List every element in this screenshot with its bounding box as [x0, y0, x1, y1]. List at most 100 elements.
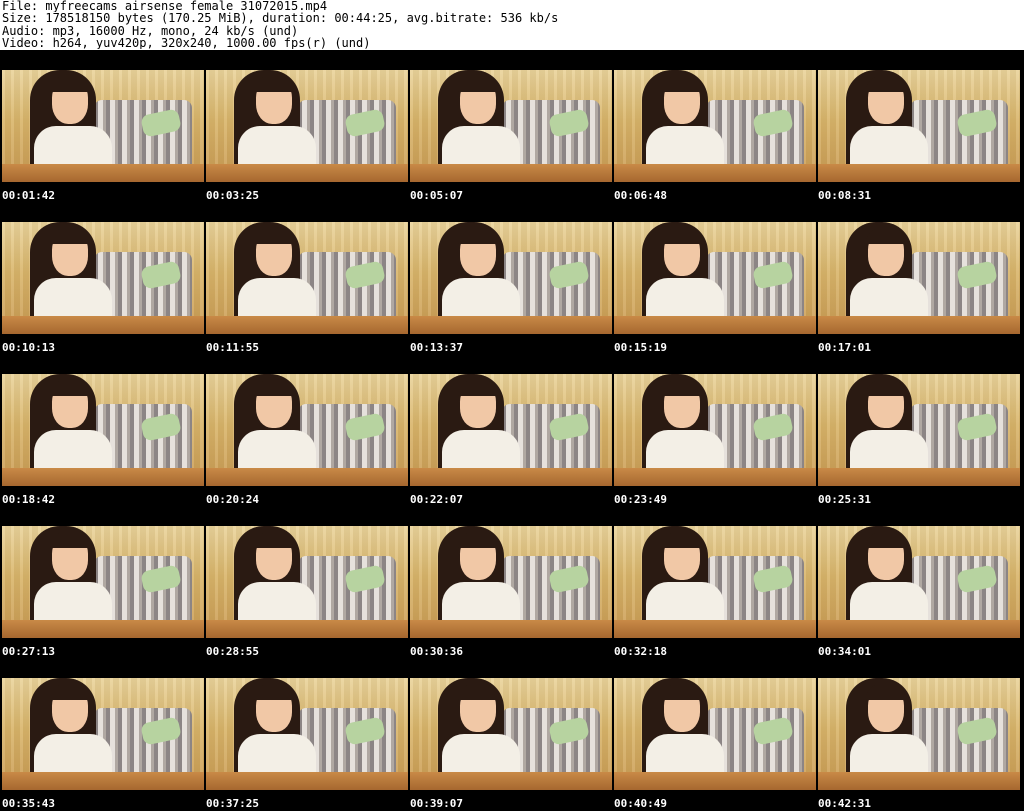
timestamp-label: 00:39:07	[410, 797, 463, 810]
video-frame-thumbnail	[2, 678, 204, 790]
timestamp-label: 00:37:25	[206, 797, 259, 810]
fringe-shape	[50, 76, 90, 92]
thumbnail-cell: 00:11:55	[204, 202, 408, 354]
fringe-shape	[458, 684, 498, 700]
fringe-shape	[662, 532, 702, 548]
video-frame-thumbnail	[410, 374, 612, 486]
timestamp-label: 00:25:31	[818, 493, 871, 506]
file-info-header: File: myfreecams_airsense_female_3107201…	[0, 0, 1024, 50]
video-frame-thumbnail	[410, 222, 612, 334]
thumbnail-cell: 00:15:19	[612, 202, 816, 354]
video-frame-thumbnail	[614, 222, 816, 334]
thumbnail-cell: 00:17:01	[816, 202, 1020, 354]
thumbnail-cell: 00:22:07	[408, 354, 612, 506]
fringe-shape	[458, 532, 498, 548]
desk-shape	[818, 620, 1020, 638]
thumbnail-cell: 00:05:07	[408, 50, 612, 202]
timestamp-label: 00:23:49	[614, 493, 667, 506]
timestamp-label: 00:27:13	[2, 645, 55, 658]
timestamp-label: 00:17:01	[818, 341, 871, 354]
timestamp-label: 00:20:24	[206, 493, 259, 506]
video-frame-thumbnail	[818, 374, 1020, 486]
fringe-shape	[50, 532, 90, 548]
video-frame-thumbnail	[206, 678, 408, 790]
thumbnail-cell: 00:40:49	[612, 658, 816, 810]
desk-shape	[206, 164, 408, 182]
desk-shape	[818, 468, 1020, 486]
fringe-shape	[866, 684, 906, 700]
desk-shape	[614, 468, 816, 486]
video-frame-thumbnail	[206, 70, 408, 182]
video-info-line: Video: h264, yuv420p, 320x240, 1000.00 f…	[2, 36, 371, 49]
fringe-shape	[866, 76, 906, 92]
desk-shape	[614, 620, 816, 638]
video-frame-thumbnail	[206, 526, 408, 638]
video-frame-thumbnail	[614, 526, 816, 638]
fringe-shape	[662, 76, 702, 92]
thumbnail-cell: 00:25:31	[816, 354, 1020, 506]
timestamp-label: 00:34:01	[818, 645, 871, 658]
desk-shape	[410, 620, 612, 638]
timestamp-label: 00:32:18	[614, 645, 667, 658]
thumbnail-cell: 00:32:18	[612, 506, 816, 658]
fringe-shape	[458, 76, 498, 92]
thumbnail-cell: 00:42:31	[816, 658, 1020, 810]
video-frame-thumbnail	[614, 678, 816, 790]
fringe-shape	[254, 380, 294, 396]
desk-shape	[614, 316, 816, 334]
thumbnail-cell: 00:23:49	[612, 354, 816, 506]
fringe-shape	[866, 228, 906, 244]
timestamp-label: 00:05:07	[410, 189, 463, 202]
audio-info-line: Audio: mp3, 16000 Hz, mono, 24 kb/s (und…	[2, 24, 299, 37]
timestamp-label: 00:06:48	[614, 189, 667, 202]
file-size-line: Size: 178518150 bytes (170.25 MiB), dura…	[2, 12, 559, 25]
desk-shape	[2, 164, 204, 182]
desk-shape	[410, 164, 612, 182]
fringe-shape	[662, 380, 702, 396]
video-frame-thumbnail	[410, 526, 612, 638]
thumbnail-grid: 00:01:42 00:03:25 00:05:07 00:06:48 00:08:31…	[0, 50, 1024, 811]
fringe-shape	[662, 228, 702, 244]
video-frame-thumbnail	[206, 374, 408, 486]
thumbnail-cell: 00:10:13	[0, 202, 204, 354]
timestamp-label: 00:15:19	[614, 341, 667, 354]
timestamp-label: 00:11:55	[206, 341, 259, 354]
fringe-shape	[254, 684, 294, 700]
desk-shape	[818, 772, 1020, 790]
timestamp-label: 00:28:55	[206, 645, 259, 658]
timestamp-label: 00:42:31	[818, 797, 871, 810]
desk-shape	[2, 772, 204, 790]
timestamp-label: 00:30:36	[410, 645, 463, 658]
video-frame-thumbnail	[206, 222, 408, 334]
desk-shape	[410, 316, 612, 334]
fringe-shape	[50, 684, 90, 700]
desk-shape	[410, 468, 612, 486]
fringe-shape	[254, 532, 294, 548]
thumbnail-cell: 00:20:24	[204, 354, 408, 506]
video-frame-thumbnail	[818, 678, 1020, 790]
desk-shape	[2, 468, 204, 486]
desk-shape	[206, 772, 408, 790]
fringe-shape	[254, 76, 294, 92]
thumbnail-cell: 00:01:42	[0, 50, 204, 202]
timestamp-label: 00:35:43	[2, 797, 55, 810]
timestamp-label: 00:13:37	[410, 341, 463, 354]
desk-shape	[614, 772, 816, 790]
thumbnail-cell: 00:35:43	[0, 658, 204, 810]
desk-shape	[2, 620, 204, 638]
file-name-line: File: myfreecams_airsense_female_3107201…	[2, 0, 328, 13]
thumbnail-cell: 00:28:55	[204, 506, 408, 658]
video-frame-thumbnail	[2, 374, 204, 486]
thumbnail-cell: 00:30:36	[408, 506, 612, 658]
fringe-shape	[254, 228, 294, 244]
fringe-shape	[662, 684, 702, 700]
desk-shape	[2, 316, 204, 334]
fringe-shape	[866, 380, 906, 396]
video-frame-thumbnail	[818, 526, 1020, 638]
timestamp-label: 00:40:49	[614, 797, 667, 810]
timestamp-label: 00:01:42	[2, 189, 55, 202]
desk-shape	[206, 316, 408, 334]
thumbnail-cell: 00:27:13	[0, 506, 204, 658]
video-frame-thumbnail	[818, 70, 1020, 182]
timestamp-label: 00:08:31	[818, 189, 871, 202]
